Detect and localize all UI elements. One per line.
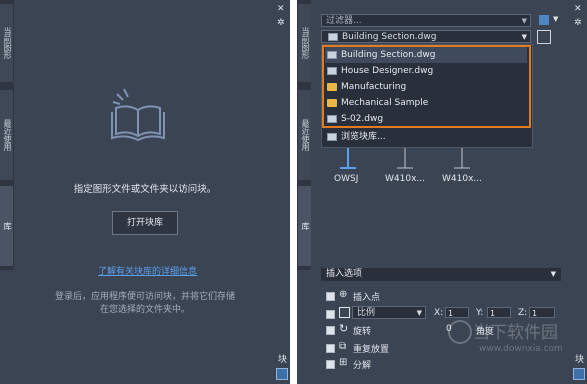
tab-library[interactable]: 库 <box>0 186 13 266</box>
insertion-point-checkbox[interactable] <box>326 292 335 301</box>
x-scale-input[interactable]: 1 <box>445 307 469 318</box>
filter-placeholder: 过滤器... <box>326 16 362 26</box>
chevron-down-icon: ▼ <box>550 270 556 278</box>
library-browse-icon[interactable] <box>537 30 551 44</box>
open-library-button[interactable]: 打开块库 <box>112 211 178 235</box>
insert-options-label: 插入选项 <box>326 269 363 279</box>
dwg-file-icon <box>327 66 337 75</box>
repeat-checkbox[interactable] <box>326 344 335 353</box>
chevron-down-icon[interactable]: ▼ <box>553 15 558 23</box>
block-label: W410x... <box>385 174 425 184</box>
tab-library-right[interactable]: 库 <box>298 186 311 266</box>
folder-icon <box>327 98 337 107</box>
dropdown-item-s02[interactable]: S-02.dwg <box>325 111 527 127</box>
insertion-point-icon: ⊕ <box>339 289 348 300</box>
gear-icon[interactable]: ✲ <box>277 18 285 28</box>
dwg-file-icon <box>327 50 337 59</box>
open-book-icon <box>111 88 165 142</box>
explode-label: 分解 <box>353 361 372 371</box>
y-label: Y: <box>476 308 484 318</box>
dwg-file-icon <box>328 32 338 41</box>
rotate-icon: ↻ <box>339 322 349 335</box>
dropdown-item-label: Mechanical Sample <box>341 98 429 108</box>
block-label: W410x... <box>442 174 482 184</box>
dropdown-item-label: S-02.dwg <box>341 114 384 124</box>
tab-current-drawing[interactable]: 当前图形 <box>0 4 13 82</box>
properties-icon[interactable] <box>276 368 288 380</box>
block-preview-owsj[interactable] <box>335 148 361 172</box>
close-icon[interactable]: ✕ <box>574 4 582 14</box>
block-label: OWSJ <box>334 174 359 184</box>
dropdown-item-building-section[interactable]: Building Section.dwg <box>325 47 527 63</box>
properties-icon[interactable] <box>573 368 585 380</box>
tab-recent-right[interactable]: 最近使用 <box>298 90 311 180</box>
dwg-file-icon <box>327 114 337 123</box>
learn-more-link[interactable]: 了解有关块库的详细信息 <box>98 264 197 277</box>
palette-title: 块 <box>575 355 585 365</box>
scale-mode-value: 比例 <box>357 308 376 318</box>
insert-options-header[interactable]: 插入选项 ▼ <box>321 268 561 281</box>
watermark-brand: 当下软件园 <box>473 323 558 343</box>
insertion-point-label: 插入点 <box>353 293 381 303</box>
x-label: X: <box>434 308 444 318</box>
y-scale-input[interactable]: 1 <box>487 307 511 318</box>
dropdown-item-label: Manufacturing <box>341 82 407 92</box>
z-label: Z: <box>518 308 528 318</box>
filter-input[interactable]: 过滤器... ▼ <box>321 14 531 27</box>
repeat-icon: ⧉ <box>339 341 347 352</box>
view-mode-icon[interactable] <box>539 15 549 25</box>
browse-library-item[interactable]: 浏览块库... <box>325 129 527 145</box>
repeat-label: 重复放置 <box>353 345 390 355</box>
chevron-down-icon: ▼ <box>416 309 422 317</box>
rotate-checkbox[interactable] <box>326 326 335 335</box>
block-preview-w410-2[interactable] <box>449 148 475 172</box>
tab-recent[interactable]: 最近使用 <box>0 90 13 180</box>
login-note-line1: 登录后，应用程序便可访问块，并将它们存储 <box>54 292 235 302</box>
gear-icon[interactable]: ✲ <box>574 18 582 28</box>
scale-mode-select[interactable]: 比例 ▼ <box>352 306 426 319</box>
login-note-line2: 在您选择的文件夹中。 <box>99 305 190 315</box>
watermark-url: www.downxia.com <box>479 344 563 354</box>
scale-checkbox[interactable] <box>326 310 335 319</box>
library-hint-text: 指定图形文件或文件夹以访问块。 <box>73 184 217 195</box>
palette-title: 块 <box>278 355 288 365</box>
tab-current-drawing-right[interactable]: 当前图形 <box>298 4 311 82</box>
browse-icon <box>327 132 337 141</box>
chevron-down-icon: ▼ <box>521 33 527 41</box>
block-preview-w410-1[interactable] <box>392 148 418 172</box>
close-icon[interactable]: ✕ <box>277 4 285 14</box>
selected-file-label: Building Section.dwg <box>342 32 437 42</box>
dropdown-item-mechanical-sample[interactable]: Mechanical Sample <box>325 95 527 111</box>
explode-checkbox[interactable] <box>326 360 335 369</box>
scale-icon <box>339 307 350 318</box>
folder-icon <box>327 82 337 91</box>
z-scale-input[interactable]: 1 <box>529 307 555 318</box>
rotate-label: 旋转 <box>353 327 372 337</box>
dropdown-item-house-designer[interactable]: House Designer.dwg <box>325 63 527 79</box>
chevron-down-icon: ▼ <box>521 17 527 25</box>
browse-label: 浏览块库... <box>341 132 386 142</box>
dropdown-item-label: Building Section.dwg <box>341 50 436 60</box>
explode-icon: ⊞ <box>339 357 348 368</box>
dropdown-item-label: House Designer.dwg <box>341 66 434 76</box>
library-file-select[interactable]: Building Section.dwg ▼ <box>321 30 531 43</box>
watermark-logo-icon <box>448 320 472 344</box>
dropdown-item-manufacturing[interactable]: Manufacturing <box>325 79 527 95</box>
